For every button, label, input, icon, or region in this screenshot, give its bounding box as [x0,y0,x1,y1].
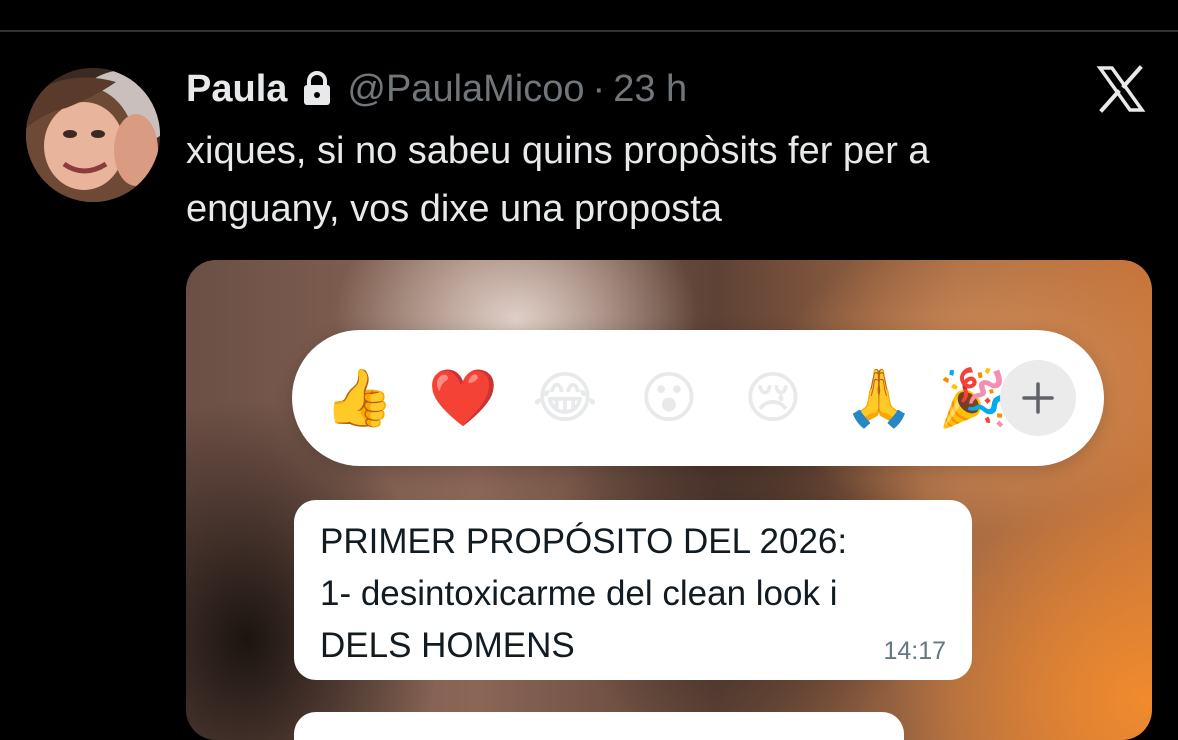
avatar[interactable] [26,68,160,202]
thumbs-up-icon[interactable]: 👍 [324,366,394,432]
message-bubble[interactable]: PRIMER PROPÓSITO DEL 2026: 1- desintoxic… [294,500,972,680]
lock-icon [301,70,333,108]
party-popper-icon[interactable]: 🎉 [938,366,1008,432]
add-reaction-button[interactable] [1000,360,1076,436]
message-line: 1- desintoxicarme del clean look i [320,574,838,613]
surprised-face-icon[interactable]: 😮 [636,366,702,432]
tweet-media-image[interactable]: 👍 ❤️ 😂 😮 😢 🙏 🎉 PRIMER PROPÓSITO DEL 2026… [186,260,1152,740]
crying-face-icon[interactable]: 😢 [740,366,806,432]
reaction-bar: 👍 ❤️ 😂 😮 😢 🙏 🎉 [292,330,1104,466]
tweet-header: Paula @PaulaMicoo · 23 h [186,66,687,112]
folded-hands-icon[interactable]: 🙏 [844,366,914,432]
red-heart-icon[interactable]: ❤️ [428,366,498,432]
author-name[interactable]: Paula [186,68,287,111]
separator-dot: · [592,67,606,110]
x-logo-icon[interactable] [1096,64,1146,114]
message-line: DELS HOMENS [320,626,575,665]
tweet-time[interactable]: 23 h [613,68,687,111]
message-line: PRIMER PROPÓSITO DEL 2026: [320,522,848,561]
top-divider [0,30,1178,32]
tweet-text: xiques, si no sabeu quins propòsits fer … [186,130,930,230]
message-time: 14:17 [883,637,946,665]
plus-icon [1022,382,1054,414]
author-handle[interactable]: @PaulaMicoo [347,68,584,111]
next-message-bubble [294,712,904,740]
tears-of-joy-icon[interactable]: 😂 [532,366,598,432]
